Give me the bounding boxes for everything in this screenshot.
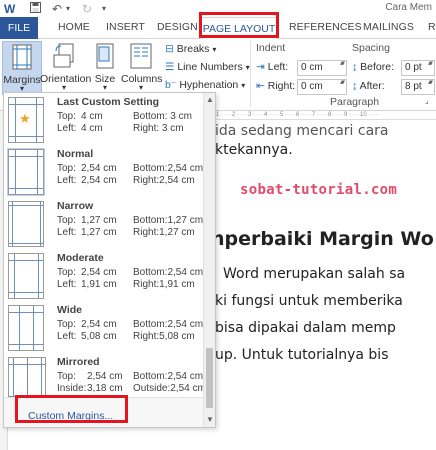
margin-option-moderate[interactable]: Moderate Top: 2,54 cm Bottom:2,54 cm Left:… [4,249,204,303]
margin-option-title: Narrow [57,200,94,212]
scroll-up-icon[interactable]: ▲ [206,95,214,104]
undo-dropdown-icon[interactable]: ▾ [66,4,70,13]
window-title: Cara Mem [385,2,432,13]
tab-design[interactable]: DESIGN [157,21,198,33]
margin-option-last-custom[interactable]: ★ Last Custom Setting Top: 4 cm Bottom: 3 … [4,93,204,147]
columns-icon [130,43,152,69]
chevron-down-icon: ▾ [61,83,66,92]
menu-scrollbar[interactable]: ▲ ▼ [203,93,215,427]
line-numbers-button[interactable]: ☰ Line Numbers ▾ [165,61,250,73]
margin-option-title: Normal [57,148,94,160]
doc-heading: nperbaiki Margin Wo [211,228,434,250]
margin-option-title: Mirrored [57,356,100,368]
doc-text-line: ki fungsi untuk memberika [215,293,403,309]
indent-right-label: ⇤ Right: [256,80,296,92]
line-numbers-icon: ☰ [165,61,175,73]
spacing-label: Spacing [352,42,390,54]
tab-insert[interactable]: INSERT [106,21,145,33]
custom-margins-option[interactable]: Custom Margins... [4,397,204,427]
tab-page-layout[interactable]: PAGE LAYOUT [200,17,278,40]
chevron-down-icon: ▾ [102,83,107,92]
breaks-label: Breaks [176,43,210,55]
save-icon[interactable] [30,2,41,16]
margin-option-normal[interactable]: Normal Top: 2,54 cm Bottom:2,54 cm Left: 2,… [4,145,204,199]
scroll-down-icon[interactable]: ▼ [206,415,214,424]
ribbon-tabs: FILE HOME INSERT DESIGN PAGE LAYOUT REFE… [0,17,436,40]
doc-text-line: bisa dipakai dalam memp [215,320,396,336]
margin-preview-thumbnail [8,201,44,247]
margin-option-wide[interactable]: Wide Top: 2,54 cm Bottom:2,54 cm Left: 5,08… [4,301,204,355]
spacing-before-icon: ↨ [352,61,358,73]
word-icon: W [4,2,16,16]
hyphenation-label: Hyphenation [179,79,239,91]
margin-option-narrow[interactable]: Narrow Top: 1,27 cm Bottom:1,27 cm Left: 1,… [4,197,204,251]
indent-left-label: ⇥ Left: [256,61,289,73]
margin-option-title: Last Custom Setting [57,96,160,108]
scrollbar-thumb[interactable] [206,348,213,408]
orientation-icon [53,43,74,68]
indent-left-icon: ⇥ [256,61,265,73]
spacing-after-icon: ↨ [352,80,358,92]
breaks-icon: ⊟ [165,43,174,55]
hyphenation-button[interactable]: b⁻ Hyphenation ▾ [165,79,245,91]
margin-preview-thumbnail [7,148,45,196]
margin-option-title: Wide [57,304,82,316]
tab-mailings[interactable]: MAILINGS [363,21,414,33]
spacing-after-label: ↨ After: [352,80,385,92]
custom-margins-label: Custom Margins... [28,410,114,422]
margins-button[interactable]: Margins ▾ [2,41,42,95]
spacing-before-label: ↨ Before: [352,61,395,73]
tab-file[interactable]: FILE [0,17,38,39]
doc-text-line: ktekannya. [215,142,293,158]
margin-preview-thumbnail: ★ [8,97,44,143]
columns-button[interactable]: Columns ▾ [121,41,162,95]
ribbon-divider [250,41,251,107]
watermark-text: sobat-tutorial.com [240,182,398,198]
margin-preview-thumbnail [8,305,44,351]
orientation-button[interactable]: Orientation ▾ [40,41,91,95]
spacing-after-field[interactable]: 8 pt [401,79,435,95]
indent-right-field[interactable]: 0 cm [297,79,347,95]
margins-dropdown-menu: ★ Last Custom Setting Top: 4 cm Bottom: 3 … [3,92,216,428]
document-page[interactable]: ida sedang mencari cara ktekannya. sobat… [205,120,436,450]
margins-icon [12,44,32,70]
doc-text-line: ida sedang mencari cara [215,123,389,139]
doc-text-line: Word merupakan salah sa [223,266,406,282]
indent-label: Indent [256,42,286,54]
indent-right-icon: ⇤ [256,80,265,92]
dialog-launcher-icon[interactable]: ⌟ [425,96,429,105]
size-icon [96,43,114,69]
tab-review[interactable]: R [428,21,436,33]
indent-left-field[interactable]: 0 cm [297,60,347,76]
doc-text-line: up. Untuk tutorialnya bis [215,347,389,363]
margin-preview-thumbnail [8,253,44,299]
size-button[interactable]: Size ▾ [92,41,118,95]
chevron-down-icon: ▾ [138,83,143,92]
paragraph-group-label: Paragraph [330,96,380,108]
redo-icon[interactable]: ↻ [82,2,92,16]
title-bar: W ↶ ▾ ↻ ▾ Cara Mem [0,0,436,17]
line-numbers-label: Line Numbers [177,61,243,73]
breaks-button[interactable]: ⊟ Breaks ▾ [165,43,216,55]
hyphenation-icon: b⁻ [165,79,177,91]
margin-option-title: Moderate [57,252,104,264]
tab-references[interactable]: REFERENCES [289,21,362,33]
horizontal-ruler: · · · 1 · · · 2 · · · 3 · · · 4 · · · 5 … [205,111,436,120]
customize-icon[interactable]: ▾ [102,4,106,13]
spacing-before-field[interactable]: 0 pt [401,60,435,76]
star-icon: ★ [19,111,31,126]
tab-home[interactable]: HOME [58,21,90,33]
undo-icon[interactable]: ↶ [52,2,62,16]
